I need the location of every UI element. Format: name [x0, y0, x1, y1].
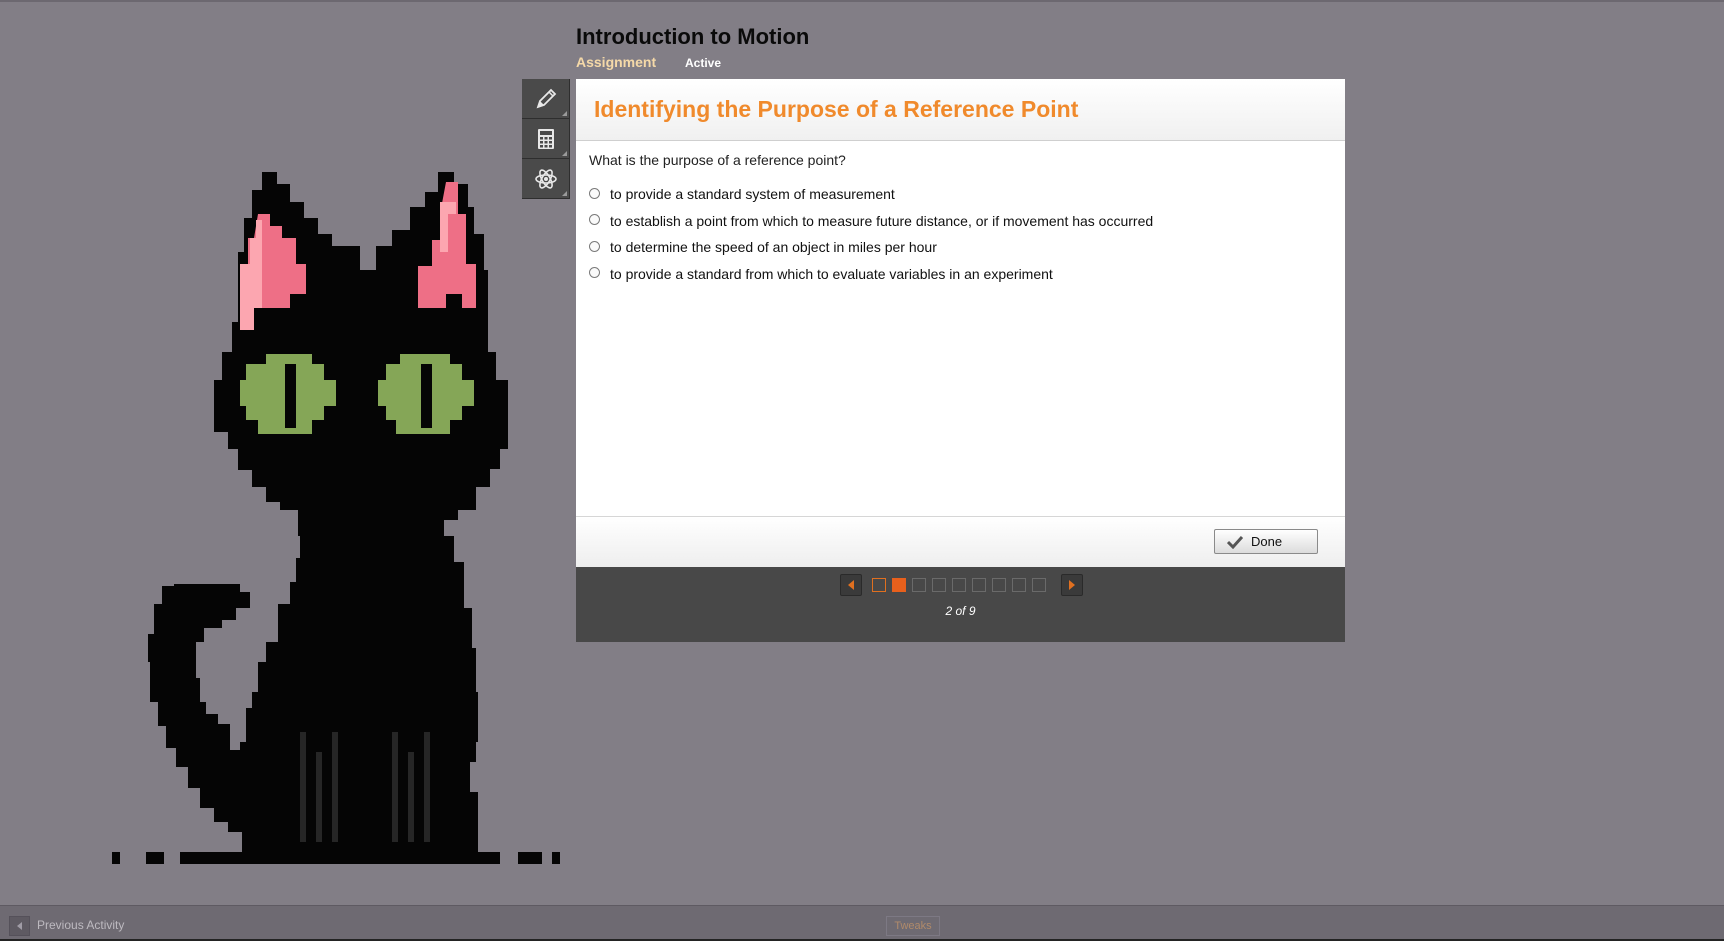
status-label: Active	[685, 56, 722, 70]
pencil-tool-button[interactable]	[522, 79, 570, 119]
page-indicator[interactable]	[892, 578, 906, 592]
chevron-right-icon	[1069, 580, 1075, 590]
page-indicator[interactable]	[932, 578, 946, 592]
answer-option[interactable]: to provide a standard system of measurem…	[589, 181, 1332, 208]
answer-radio[interactable]	[589, 267, 600, 279]
answer-option-label: to determine the speed of an object in m…	[610, 239, 937, 256]
question-prompt: What is the purpose of a reference point…	[589, 152, 846, 168]
page-count: 2 of 9	[945, 604, 976, 618]
checkmark-icon	[1227, 535, 1243, 549]
previous-question-button[interactable]	[840, 574, 862, 596]
answer-radio[interactable]	[589, 240, 600, 252]
page-indicator[interactable]	[972, 578, 986, 592]
page-indicator[interactable]	[952, 578, 966, 592]
course-title: Introduction to Motion	[576, 24, 810, 49]
page-indicator[interactable]	[1012, 578, 1026, 592]
question-header: Identifying the Purpose of a Reference P…	[576, 79, 1345, 141]
previous-activity-label[interactable]: Previous Activity	[37, 918, 124, 932]
next-question-button[interactable]	[1061, 574, 1083, 596]
tool-palette	[522, 79, 570, 199]
reference-tool-button[interactable]	[522, 159, 570, 199]
tab-assignment[interactable]: Assignment	[576, 54, 656, 70]
answer-radio[interactable]	[589, 187, 600, 199]
bottom-navigation-bar: Previous Activity Tweaks	[0, 905, 1724, 941]
tweaks-button[interactable]: Tweaks	[886, 916, 940, 936]
done-button[interactable]: Done	[1214, 529, 1318, 554]
page-indicator[interactable]	[872, 578, 886, 592]
answer-option[interactable]: to establish a point from which to measu…	[589, 208, 1332, 235]
page-indicator[interactable]	[1032, 578, 1046, 592]
page-indicators	[872, 578, 1052, 592]
calculator-tool-button[interactable]	[522, 119, 570, 159]
previous-activity-button[interactable]	[9, 916, 30, 936]
chevron-left-icon	[848, 580, 854, 590]
answer-option-label: to provide a standard from which to eval…	[610, 265, 1053, 282]
question-panel: Identifying the Purpose of a Reference P…	[576, 79, 1345, 642]
pencil-icon	[536, 88, 556, 108]
pager-controls	[840, 574, 1083, 596]
page-indicator[interactable]	[912, 578, 926, 592]
cat-illustration	[112, 172, 560, 864]
question-body: What is the purpose of a reference point…	[576, 141, 1345, 516]
atom-icon	[534, 168, 557, 189]
question-footer: Done	[576, 516, 1345, 567]
chevron-left-icon	[16, 922, 22, 930]
question-heading: Identifying the Purpose of a Reference P…	[594, 96, 1079, 122]
answer-option-label: to provide a standard system of measurem…	[610, 186, 895, 203]
answer-radio[interactable]	[589, 214, 600, 226]
done-button-label: Done	[1251, 534, 1283, 549]
answer-option[interactable]: to provide a standard from which to eval…	[589, 261, 1332, 288]
answer-option[interactable]: to determine the speed of an object in m…	[589, 234, 1332, 261]
answer-option-label: to establish a point from which to measu…	[610, 212, 1154, 229]
question-pager: 2 of 9	[576, 567, 1345, 642]
calculator-icon	[537, 128, 554, 149]
page-indicator[interactable]	[992, 578, 1006, 592]
